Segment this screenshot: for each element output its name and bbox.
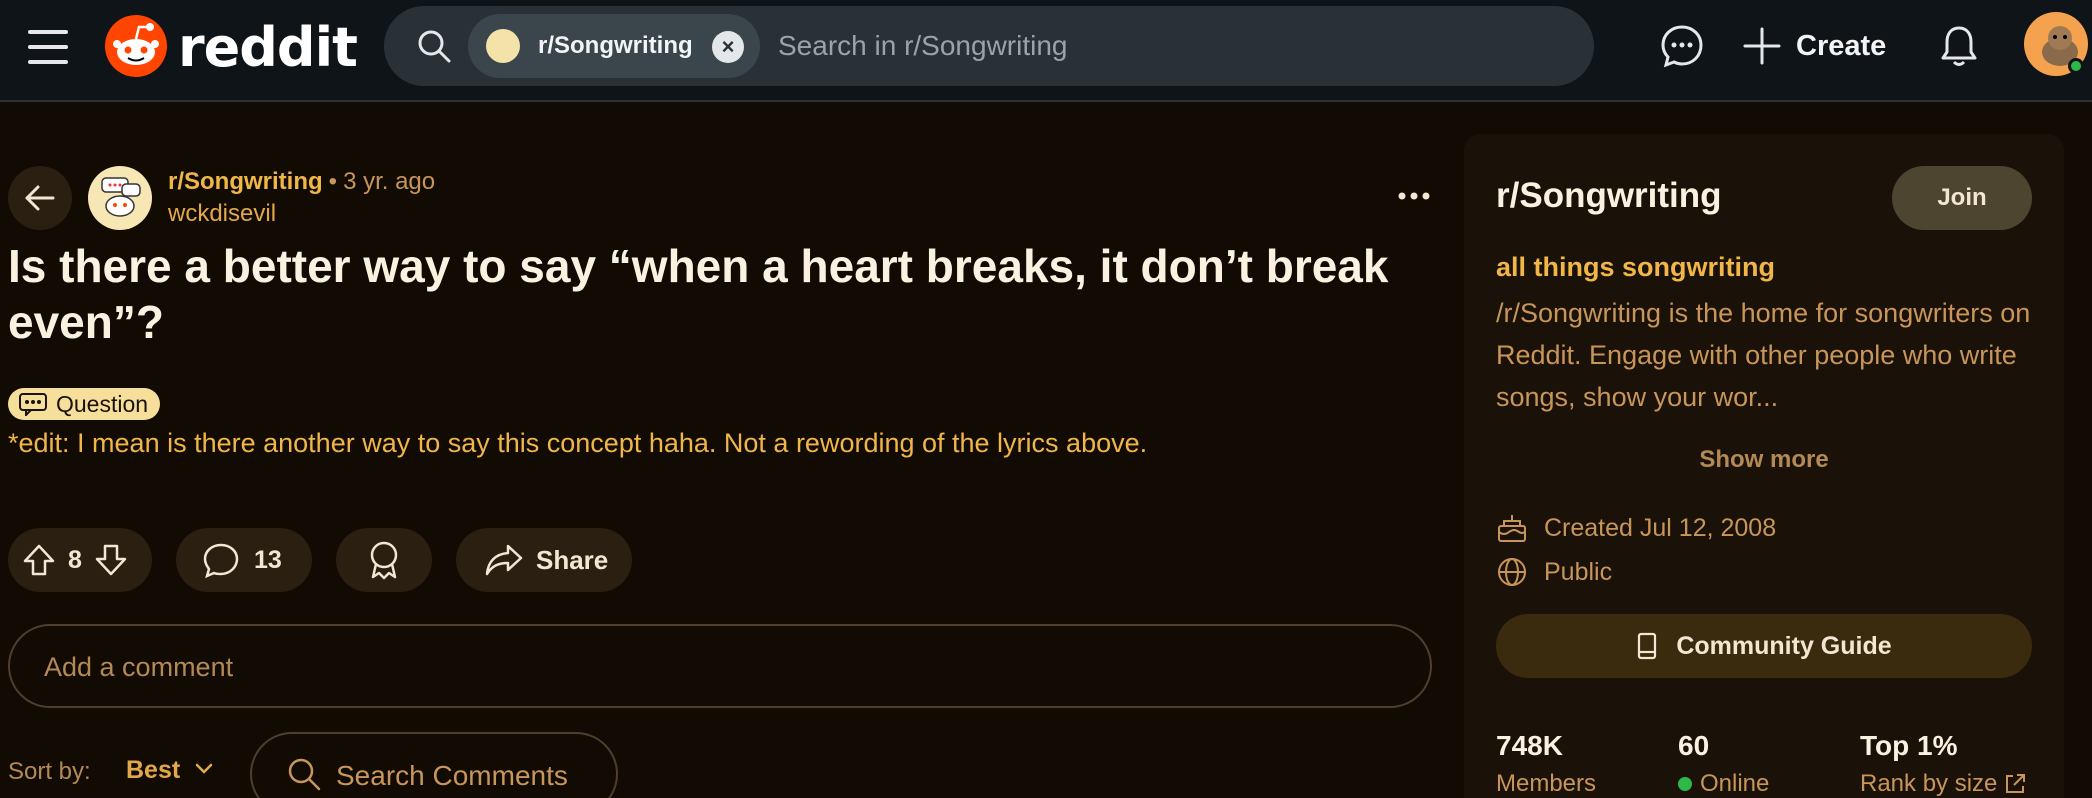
stat-rank[interactable]: Top 1% Rank by size bbox=[1860, 730, 2027, 798]
reddit-logo-icon[interactable] bbox=[104, 14, 168, 78]
flair-label: Question bbox=[56, 390, 149, 417]
chat-icon[interactable] bbox=[1660, 24, 1704, 68]
comment-placeholder: Add a comment bbox=[44, 652, 234, 682]
show-more-button[interactable]: Show more bbox=[1464, 446, 2064, 474]
upvote-icon[interactable] bbox=[22, 543, 56, 577]
join-button[interactable]: Join bbox=[1892, 166, 2032, 230]
community-guide-button[interactable]: Community Guide bbox=[1496, 614, 2032, 678]
subreddit-avatar[interactable] bbox=[88, 166, 152, 230]
external-link-icon bbox=[2006, 774, 2026, 793]
comment-icon bbox=[203, 543, 239, 578]
search-bar[interactable]: r/Songwriting × Search in r/Songwriting bbox=[384, 6, 1594, 86]
arrow-left-icon bbox=[25, 185, 55, 211]
subreddit-avatar-icon bbox=[486, 29, 520, 63]
create-label: Create bbox=[1796, 29, 1887, 62]
cake-icon bbox=[1498, 515, 1526, 542]
share-icon bbox=[485, 544, 523, 576]
online-count: 60 bbox=[1678, 730, 1710, 761]
award-icon bbox=[370, 541, 398, 580]
post-body: *edit: I mean is there another way to sa… bbox=[8, 428, 1148, 458]
post-timestamp: 3 yr. ago bbox=[343, 168, 436, 195]
stat-members: 748K Members bbox=[1496, 730, 1596, 798]
community-sidebar: r/Songwriting Join all things songwritin… bbox=[1464, 134, 2064, 798]
search-icon bbox=[418, 30, 451, 63]
reddit-wordmark[interactable]: reddit bbox=[178, 16, 358, 79]
online-status-dot bbox=[2068, 58, 2084, 74]
share-label: Share bbox=[536, 544, 609, 575]
created-date: Created Jul 12, 2008 bbox=[1544, 513, 1777, 542]
comment-count: 13 bbox=[254, 545, 282, 574]
downvote-icon[interactable] bbox=[94, 543, 128, 577]
search-icon bbox=[288, 758, 321, 791]
book-icon bbox=[1638, 632, 1657, 660]
create-button[interactable]: Create bbox=[1742, 22, 1886, 70]
search-scope-chip[interactable]: r/Songwriting × bbox=[468, 14, 760, 78]
post-author[interactable]: wckdisevil bbox=[168, 200, 276, 228]
rank-label: Rank by size bbox=[1860, 770, 1998, 797]
post-subreddit-link[interactable]: r/Songwriting bbox=[168, 168, 323, 195]
vote-count: 8 bbox=[68, 545, 82, 574]
chevron-down-icon[interactable] bbox=[194, 762, 214, 776]
search-scope-label: r/Songwriting bbox=[538, 32, 693, 59]
bell-icon[interactable] bbox=[1938, 24, 1980, 68]
meta-separator: • bbox=[328, 168, 338, 195]
vote-controls: 8 bbox=[8, 528, 152, 592]
close-icon[interactable]: × bbox=[712, 31, 744, 63]
chat-bubble-icon bbox=[19, 393, 47, 416]
award-button[interactable] bbox=[336, 528, 432, 592]
online-label: Online bbox=[1700, 770, 1770, 797]
community-guide-label: Community Guide bbox=[1676, 631, 1892, 660]
members-count: 748K bbox=[1496, 730, 1563, 761]
search-input[interactable]: Search in r/Songwriting bbox=[778, 30, 1067, 62]
back-button[interactable] bbox=[8, 166, 72, 230]
plus-icon bbox=[1743, 27, 1781, 65]
post-flair[interactable]: Question bbox=[8, 388, 161, 420]
created-row: Created Jul 12, 2008 bbox=[1496, 512, 1776, 544]
sort-dropdown[interactable]: Best bbox=[126, 756, 180, 785]
sidebar-title[interactable]: r/Songwriting bbox=[1496, 176, 1722, 216]
comments-button[interactable]: 13 bbox=[176, 528, 312, 592]
post-title: Is there a better way to say “when a hea… bbox=[8, 240, 1389, 348]
rank-value: Top 1% bbox=[1860, 730, 1958, 761]
visibility-row: Public bbox=[1496, 556, 1612, 588]
share-button[interactable]: Share bbox=[456, 528, 632, 592]
online-dot-icon bbox=[1678, 777, 1692, 791]
search-comments-placeholder: Search Comments bbox=[336, 760, 568, 791]
members-label: Members bbox=[1496, 770, 1597, 797]
post-meta: r/Songwriting • 3 yr. ago bbox=[168, 168, 435, 196]
more-options-icon[interactable] bbox=[1394, 176, 1434, 216]
sidebar-description: /r/Songwriting is the home for songwrite… bbox=[1496, 298, 2031, 412]
sidebar-tagline: all things songwriting bbox=[1496, 252, 1775, 282]
visibility-label: Public bbox=[1544, 557, 1613, 586]
comment-input[interactable]: Add a comment bbox=[8, 624, 1432, 708]
globe-icon bbox=[1498, 558, 1526, 586]
top-header: reddit r/Songwriting × Search in r/Songw… bbox=[0, 0, 2092, 102]
menu-icon[interactable] bbox=[28, 30, 68, 64]
stat-online: 60 Online bbox=[1678, 730, 1769, 798]
sort-label: Sort by: bbox=[8, 758, 91, 785]
search-comments-input[interactable]: Search Comments bbox=[250, 732, 618, 798]
